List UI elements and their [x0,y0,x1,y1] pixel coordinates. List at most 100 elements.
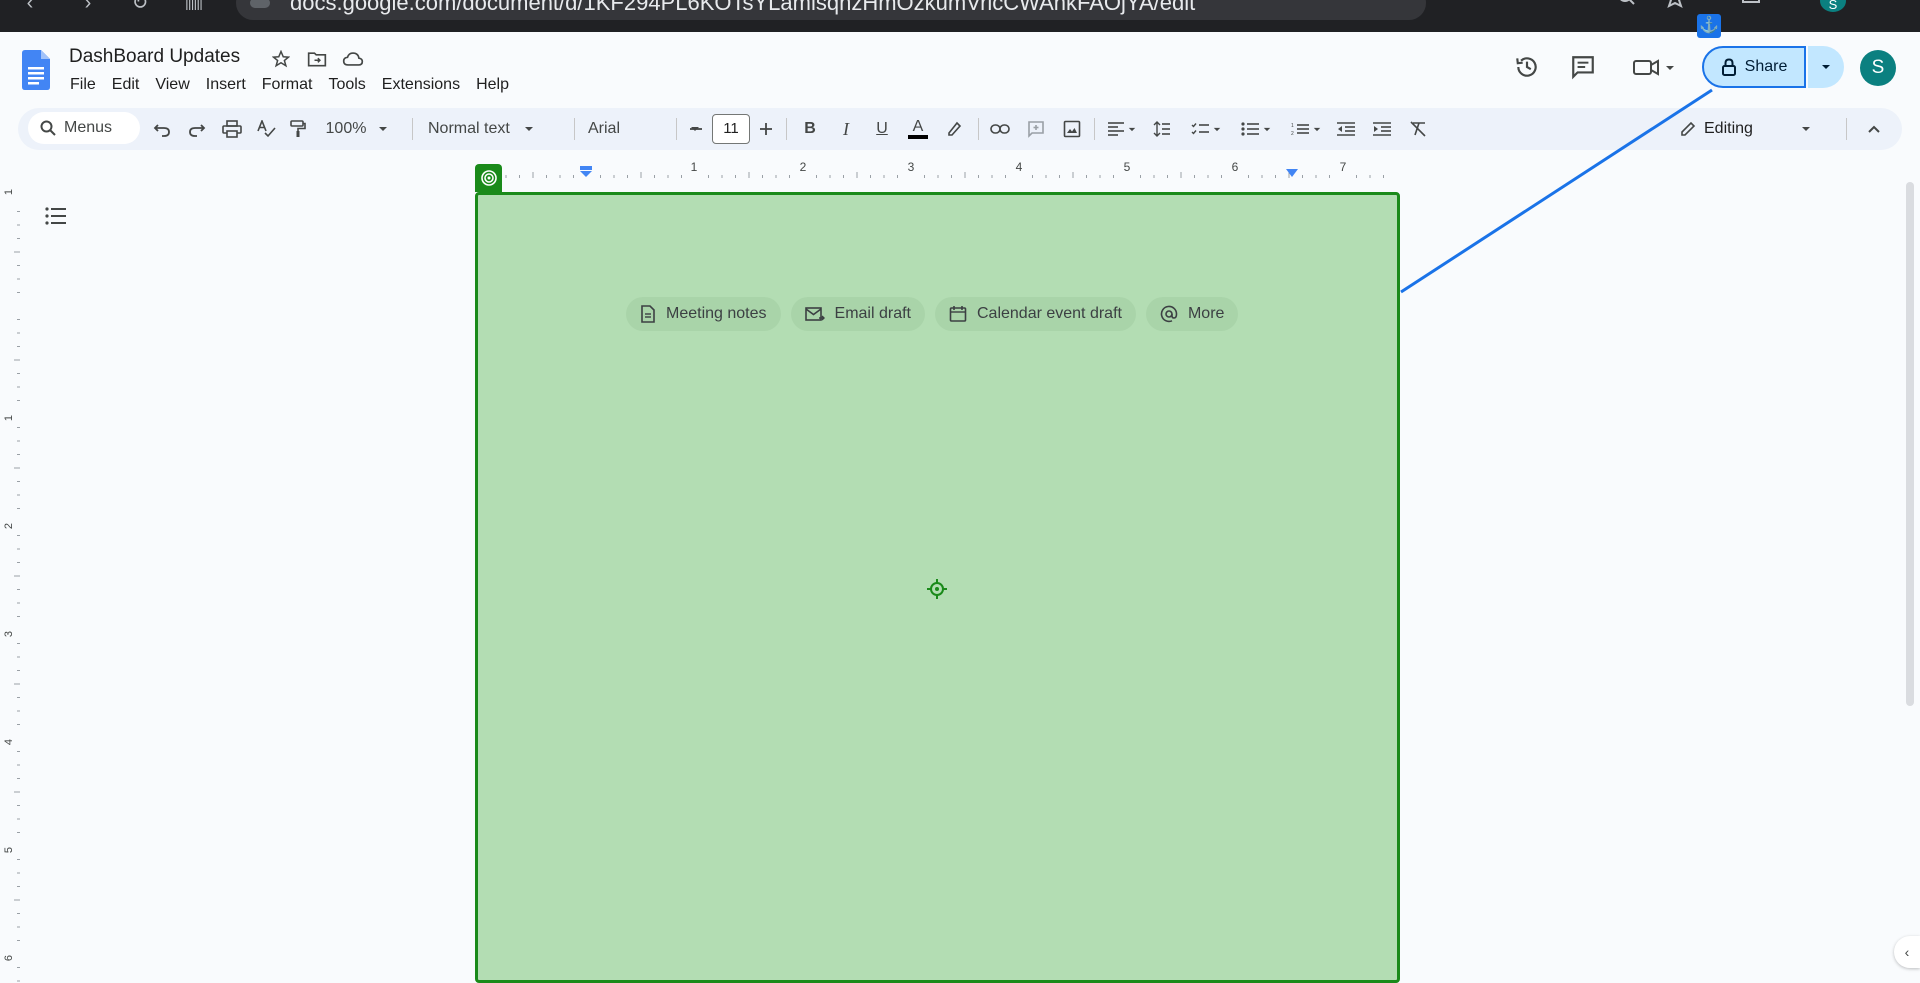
left-indent-marker-icon[interactable] [579,166,593,178]
share-label: Share [1744,58,1788,75]
toolbar-divider [978,118,979,140]
bookmark-star-icon[interactable] [1664,0,1686,10]
account-avatar[interactable]: S [1860,50,1896,86]
forward-icon[interactable]: › [76,0,100,10]
chip-label: Meeting notes [666,305,767,322]
bold-icon[interactable]: B [796,114,824,144]
vruler-label: 2 [3,522,16,530]
formatting-toolbar: Menus 100% Normal text Arial 11 B I U A [18,108,1902,150]
insert-image-icon[interactable] [1058,114,1086,144]
vruler-label: 5 [3,846,16,854]
vruler-label: 1 [3,414,16,422]
checklist-icon[interactable] [1186,114,1226,144]
italic-icon[interactable]: I [832,114,860,144]
address-url[interactable]: docs.google.com/document/d/1KF294PL6KOTs… [290,0,1195,16]
align-icon[interactable] [1102,114,1142,144]
chip-meeting-notes[interactable]: Meeting notes [626,297,781,331]
anchor-icon: ⚓ [1697,14,1721,38]
undo-icon[interactable] [148,114,176,144]
zoom-select[interactable]: 100% [322,114,392,144]
ruler-label: 5 [1123,160,1131,174]
toolbar-divider [786,118,787,140]
extensions-icon[interactable] [1740,0,1762,10]
increase-indent-icon[interactable] [1368,114,1396,144]
decrease-indent-icon[interactable] [1332,114,1360,144]
address-bar[interactable]: docs.google.com/document/d/1KF294PL6KOTs… [236,0,1426,20]
version-history-icon[interactable] [1512,52,1542,82]
side-panel-toggle-icon[interactable]: ‹ [1894,936,1920,968]
apps-icon[interactable]: ▥ [182,0,206,10]
highlight-color-icon[interactable] [940,114,968,144]
bulleted-list-icon[interactable] [1236,114,1276,144]
toolbar-divider [412,118,413,140]
add-comment-icon[interactable] [1022,114,1050,144]
decrease-font-size-icon[interactable] [686,114,706,144]
ruler-label: 4 [1015,160,1023,174]
redo-icon[interactable] [183,114,211,144]
browser-menu-icon[interactable] [1878,0,1900,10]
docs-logo-icon[interactable] [22,50,50,90]
paragraph-style-select[interactable]: Normal text [428,114,564,144]
font-size-input[interactable]: 11 [712,114,750,144]
vruler-label: 1 [3,188,16,196]
menu-edit[interactable]: Edit [104,74,148,96]
document-outline-icon[interactable] [44,204,70,230]
text-color-icon[interactable]: A [904,114,932,144]
clear-formatting-icon[interactable] [1404,114,1432,144]
chip-calendar-event-draft[interactable]: Calendar event draft [934,297,1136,331]
menu-insert[interactable]: Insert [198,74,254,96]
right-indent-marker-icon[interactable] [1285,168,1299,178]
target-marker-icon [475,164,502,192]
menus-search[interactable]: Menus [28,112,140,144]
toolbar-divider [676,118,677,140]
meet-video-icon[interactable] [1630,52,1680,82]
increase-font-size-icon[interactable] [756,114,776,144]
pencil-icon [1681,121,1696,136]
star-icon[interactable] [269,48,293,70]
vruler-label: 3 [3,630,16,638]
menu-extensions[interactable]: Extensions [374,74,468,96]
menu-format[interactable]: Format [254,74,321,96]
site-info-icon[interactable] [250,0,270,8]
vruler-label: 4 [3,738,16,746]
font-select[interactable]: Arial [588,114,700,144]
horizontal-ruler[interactable]: 1 2 3 4 5 6 7 [475,160,1399,180]
move-folder-icon[interactable] [305,48,329,70]
insert-link-icon[interactable] [986,114,1014,144]
numbered-list-icon[interactable]: 12 [1286,114,1326,144]
document-title[interactable]: DashBoard Updates [69,46,240,68]
share-dropdown-button[interactable] [1808,46,1844,88]
back-icon[interactable]: ‹ [18,0,42,10]
line-spacing-icon[interactable] [1148,114,1176,144]
svg-text:2: 2 [1291,131,1294,136]
vertical-scrollbar[interactable] [1906,182,1914,706]
paint-format-icon[interactable] [284,114,312,144]
hide-menus-icon[interactable] [1860,114,1888,144]
font-value: Arial [588,120,621,137]
menus-search-label: Menus [64,119,113,136]
chip-label: More [1187,305,1225,322]
print-icon[interactable] [218,114,246,144]
menu-help[interactable]: Help [468,74,517,96]
chip-more[interactable]: More [1145,297,1239,331]
chip-email-draft[interactable]: Email draft [790,297,925,331]
menu-tools[interactable]: Tools [320,74,373,96]
ruler-label: 1 [690,160,698,174]
ruler-label: 2 [799,160,807,174]
zoom-icon[interactable] [1616,0,1638,10]
underline-icon[interactable]: U [868,114,896,144]
menu-bar: File Edit View Insert Format Tools Exten… [62,74,517,96]
editing-mode-select[interactable]: Editing [1680,114,1830,144]
spellcheck-icon[interactable] [252,114,280,144]
reload-icon[interactable]: ↻ [128,0,152,10]
menu-view[interactable]: View [147,74,197,96]
share-group: Share [1702,46,1844,88]
chip-label: Email draft [834,305,911,322]
browser-profile-avatar[interactable]: S [1820,0,1846,12]
cloud-saved-icon[interactable] [341,48,365,70]
vertical-ruler: 1 1 2 3 4 5 6 [3,186,20,983]
comments-icon[interactable] [1568,52,1598,82]
menu-file[interactable]: File [62,74,104,96]
share-button[interactable]: Share [1702,46,1806,88]
ruler-label: 6 [1231,160,1239,174]
